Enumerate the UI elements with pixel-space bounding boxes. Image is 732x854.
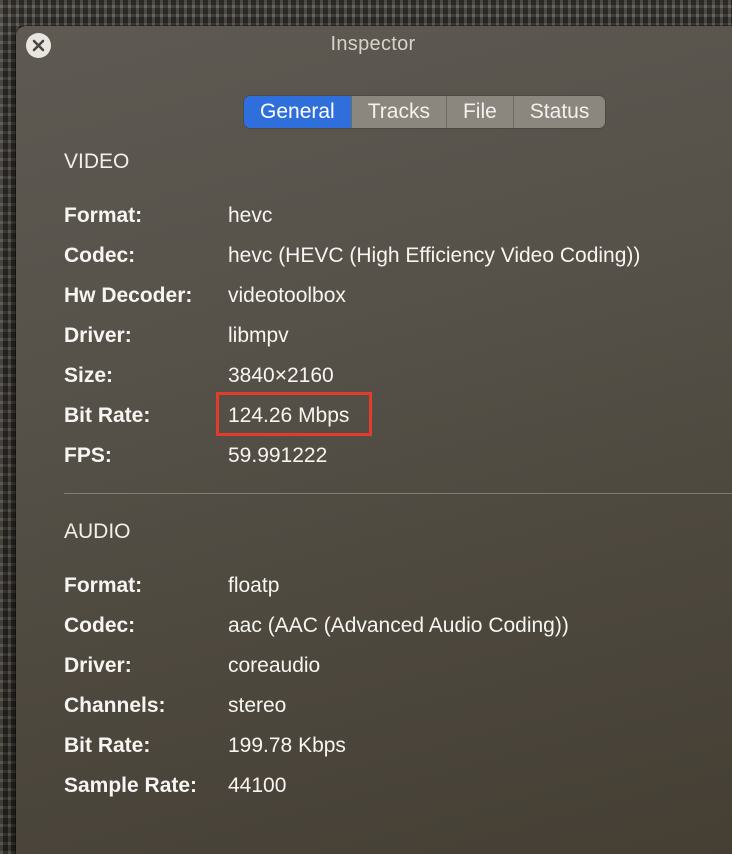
audio-bit-rate-value: 199.78 Kbps [228,734,346,757]
video-driver-label: Driver: [64,324,132,347]
video-hw-decoder-row: Hw Decoder: videotoolbox [64,281,346,311]
audio-channels-row: Channels: stereo [64,691,286,721]
inspector-window: Inspector General Tracks File Status VID… [16,26,732,854]
video-size-row: Size: 3840×2160 [64,361,334,391]
audio-codec-row: Codec: aac (AAC (Advanced Audio Coding)) [64,611,569,641]
video-section-heading: VIDEO [64,150,130,173]
video-codec-value: hevc (HEVC (High Efficiency Video Coding… [228,244,641,267]
video-fps-row: FPS: 59.991222 [64,441,327,471]
video-driver-value: libmpv [228,324,289,347]
video-bit-rate-label: Bit Rate: [64,404,151,427]
video-hw-decoder-value: videotoolbox [228,284,346,307]
audio-format-row: Format: floatp [64,571,279,601]
video-codec-label: Codec: [64,244,136,267]
audio-channels-label: Channels: [64,694,166,717]
audio-driver-value: coreaudio [228,654,321,677]
tab-general[interactable]: General [244,96,352,128]
bit-rate-highlight-box [216,392,372,436]
audio-section-heading: AUDIO [64,520,131,543]
video-format-label: Format: [64,204,143,227]
video-hw-decoder-label: Hw Decoder: [64,284,193,307]
audio-channels-value: stereo [228,694,287,717]
tab-status[interactable]: Status [513,96,606,128]
video-format-value: hevc [228,204,273,227]
audio-bit-rate-label: Bit Rate: [64,734,151,757]
audio-driver-row: Driver: coreaudio [64,651,320,681]
audio-sample-rate-row: Sample Rate: 44100 [64,771,286,801]
video-size-label: Size: [64,364,114,387]
audio-format-label: Format: [64,574,143,597]
audio-codec-value: aac (AAC (Advanced Audio Coding)) [228,614,569,637]
audio-bit-rate-row: Bit Rate: 199.78 Kbps [64,731,346,761]
audio-codec-label: Codec: [64,614,136,637]
audio-driver-label: Driver: [64,654,132,677]
video-codec-row: Codec: hevc (HEVC (High Efficiency Video… [64,241,640,271]
tab-tracks[interactable]: Tracks [351,96,447,128]
tab-bar: General Tracks File Status [244,96,606,128]
video-format-row: Format: hevc [64,201,272,231]
video-fps-value: 59.991222 [228,444,328,467]
video-fps-label: FPS: [64,444,112,467]
window-title: Inspector [330,33,416,55]
audio-sample-rate-label: Sample Rate: [64,774,198,797]
tab-file[interactable]: File [446,96,514,128]
title-bar[interactable]: Inspector [16,26,732,64]
audio-sample-rate-value: 44100 [228,774,287,797]
audio-format-value: floatp [228,574,280,597]
section-divider [64,493,732,494]
video-size-value: 3840×2160 [228,364,334,387]
video-driver-row: Driver: libmpv [64,321,289,351]
